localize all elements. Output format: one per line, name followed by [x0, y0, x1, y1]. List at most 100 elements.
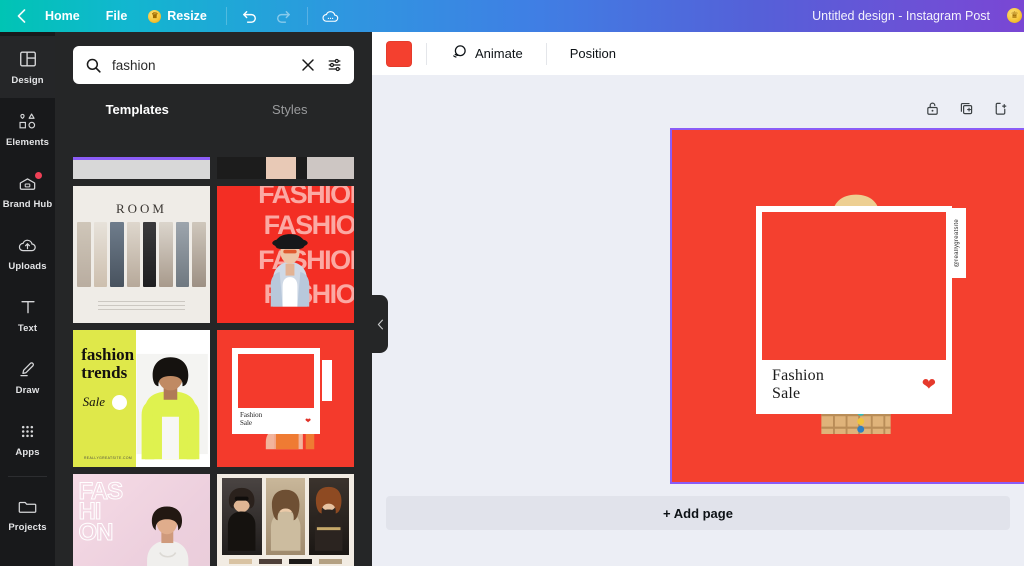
duplicate-page-icon[interactable]	[956, 98, 976, 118]
sidebar-item-apps[interactable]: Apps	[0, 408, 55, 470]
sliders-filter-icon[interactable]	[327, 55, 345, 75]
model-illustration	[270, 234, 309, 308]
cloud-saving-icon[interactable]	[314, 0, 348, 32]
redo-icon[interactable]	[267, 0, 301, 32]
animate-label: Animate	[475, 46, 523, 61]
top-menu-bar: Home File ♛ Resize Untitled design - Ins…	[0, 0, 1024, 32]
handle-text: @reallygreatsite	[954, 218, 960, 268]
back-chevron-icon[interactable]	[10, 0, 32, 32]
sidebar-item-text[interactable]: Text	[0, 284, 55, 346]
template-card-fashion-repeat[interactable]: FASHION FASHION FASHION FASHION	[217, 186, 354, 323]
home-button[interactable]: Home	[32, 0, 93, 32]
template-title: Fashion Sale	[239, 411, 263, 428]
template-card-fashion-sale[interactable]: Fashion Sale ❤	[217, 330, 354, 467]
sidebar-item-uploads[interactable]: Uploads	[0, 222, 55, 284]
template-card-clipped-1[interactable]	[73, 157, 210, 179]
export-page-icon[interactable]	[990, 98, 1010, 118]
template-title: ROOM	[115, 201, 167, 217]
undo-icon[interactable]	[233, 0, 267, 32]
design-title[interactable]: Untitled design - Instagram Post	[812, 0, 990, 32]
polaroid-frame[interactable]: Fashion Sale ❤	[756, 206, 952, 414]
template-card-clipped-2[interactable]	[217, 157, 354, 179]
template-subtitle: Sale	[82, 394, 105, 410]
folder-icon	[17, 495, 39, 517]
heart-icon: ❤	[305, 418, 311, 426]
add-page-button[interactable]: + Add page	[386, 496, 1010, 530]
room-caption-lines	[97, 300, 186, 311]
template-footer: REALLYGREATSITE.COM	[83, 456, 133, 461]
file-menu-button[interactable]: File	[93, 0, 141, 32]
template-title: FAS HI ON	[78, 478, 124, 546]
page-tools-group	[922, 98, 1010, 118]
template-grid[interactable]: ROOM FASHION FA	[55, 157, 372, 566]
sidebar-label-design: Design	[11, 75, 44, 86]
animate-button[interactable]: Animate	[441, 37, 532, 70]
upload-cloud-icon	[17, 234, 39, 256]
template-card-room[interactable]: ROOM	[73, 186, 210, 323]
canva-editor-window: Home File ♛ Resize Untitled design - Ins…	[0, 0, 1024, 566]
toolbar-divider-2	[545, 42, 547, 65]
grid-dots-icon	[17, 420, 39, 442]
top-bar-left-group: Home File ♛ Resize	[0, 0, 348, 32]
element-toolbar: Animate Position	[372, 32, 1024, 75]
template-card-fashion-trends[interactable]: fashion trends Sale REALLYGREATSITE.COM	[73, 330, 210, 467]
position-button[interactable]: Position	[561, 40, 625, 67]
crown-icon: ♛	[148, 9, 162, 23]
polaroid-photo-window	[762, 212, 946, 360]
heart-icon[interactable]: ❤	[922, 375, 936, 395]
sidebar-item-elements[interactable]: Elements	[0, 98, 55, 160]
template-title: fashion trends	[81, 345, 135, 382]
sale-badge	[111, 394, 129, 412]
sidebar-item-projects[interactable]: Projects	[0, 483, 55, 545]
left-nav-rail: Design Elements Brand Hub Uploads Text D…	[0, 32, 55, 566]
selected-indicator	[73, 157, 210, 160]
search-area	[55, 32, 372, 84]
toolbar-divider	[426, 42, 427, 65]
sidebar-label-draw: Draw	[15, 385, 40, 396]
shapes-icon	[17, 110, 39, 132]
template-card-summer-dress[interactable]: SUMMER DRESS SHOP NOW AT REALLYGREATSITE…	[217, 474, 354, 566]
polaroid-caption: Fashion Sale ❤	[756, 360, 952, 414]
color-swatches	[229, 558, 342, 564]
templates-panel: Templates Styles ROOM	[55, 32, 372, 566]
panel-collapse-button[interactable]	[372, 295, 388, 353]
editor-area: Animate Position @reallygreatsite Fashio…	[372, 32, 1024, 566]
template-card-fashion-stacked[interactable]: FAS HI ON REALLYGREATSITE.COM	[73, 474, 210, 566]
tab-templates[interactable]: Templates	[61, 96, 214, 126]
rail-spacer	[0, 545, 55, 566]
model-illustration	[136, 353, 208, 460]
sidebar-label-elements: Elements	[5, 137, 50, 148]
toolbar-divider-2	[306, 7, 308, 25]
search-box[interactable]	[73, 46, 354, 84]
unlock-icon[interactable]	[922, 98, 942, 118]
sidebar-label-text: Text	[17, 323, 38, 334]
resize-label: Resize	[167, 9, 207, 23]
sidebar-label-brand-hub: Brand Hub	[2, 199, 53, 210]
crown-icon-right[interactable]: ♛	[1007, 8, 1022, 23]
sidebar-label-apps: Apps	[15, 447, 40, 458]
canvas-title-text[interactable]: Fashion Sale	[772, 367, 824, 403]
resize-button[interactable]: ♛ Resize	[140, 0, 220, 32]
sidebar-item-draw[interactable]: Draw	[0, 346, 55, 408]
polaroid-frame: Fashion Sale ❤	[232, 347, 320, 435]
close-x-icon[interactable]	[299, 55, 317, 75]
sidebar-label-uploads: Uploads	[8, 261, 47, 272]
notification-badge	[35, 172, 42, 179]
sidebar-item-design[interactable]: Design	[0, 36, 55, 98]
search-icon	[85, 57, 102, 74]
layout-icon	[17, 48, 39, 70]
design-canvas[interactable]: @reallygreatsite Fashion Sale ❤	[672, 130, 1024, 482]
color-swatch-button[interactable]	[386, 40, 412, 67]
photo-grid	[222, 478, 349, 555]
rail-divider	[8, 476, 47, 477]
handle-tag	[322, 360, 333, 402]
sidebar-label-projects: Projects	[8, 522, 47, 533]
search-input[interactable]	[112, 57, 289, 73]
design-page-wrapper[interactable]: @reallygreatsite Fashion Sale ❤	[670, 128, 1024, 484]
room-photo-strip	[77, 221, 206, 288]
animate-circles-icon	[450, 43, 468, 64]
toolbar-divider	[225, 7, 227, 25]
sidebar-item-brand-hub[interactable]: Brand Hub	[0, 160, 55, 222]
model-illustration	[146, 506, 189, 566]
tab-styles[interactable]: Styles	[214, 96, 367, 126]
